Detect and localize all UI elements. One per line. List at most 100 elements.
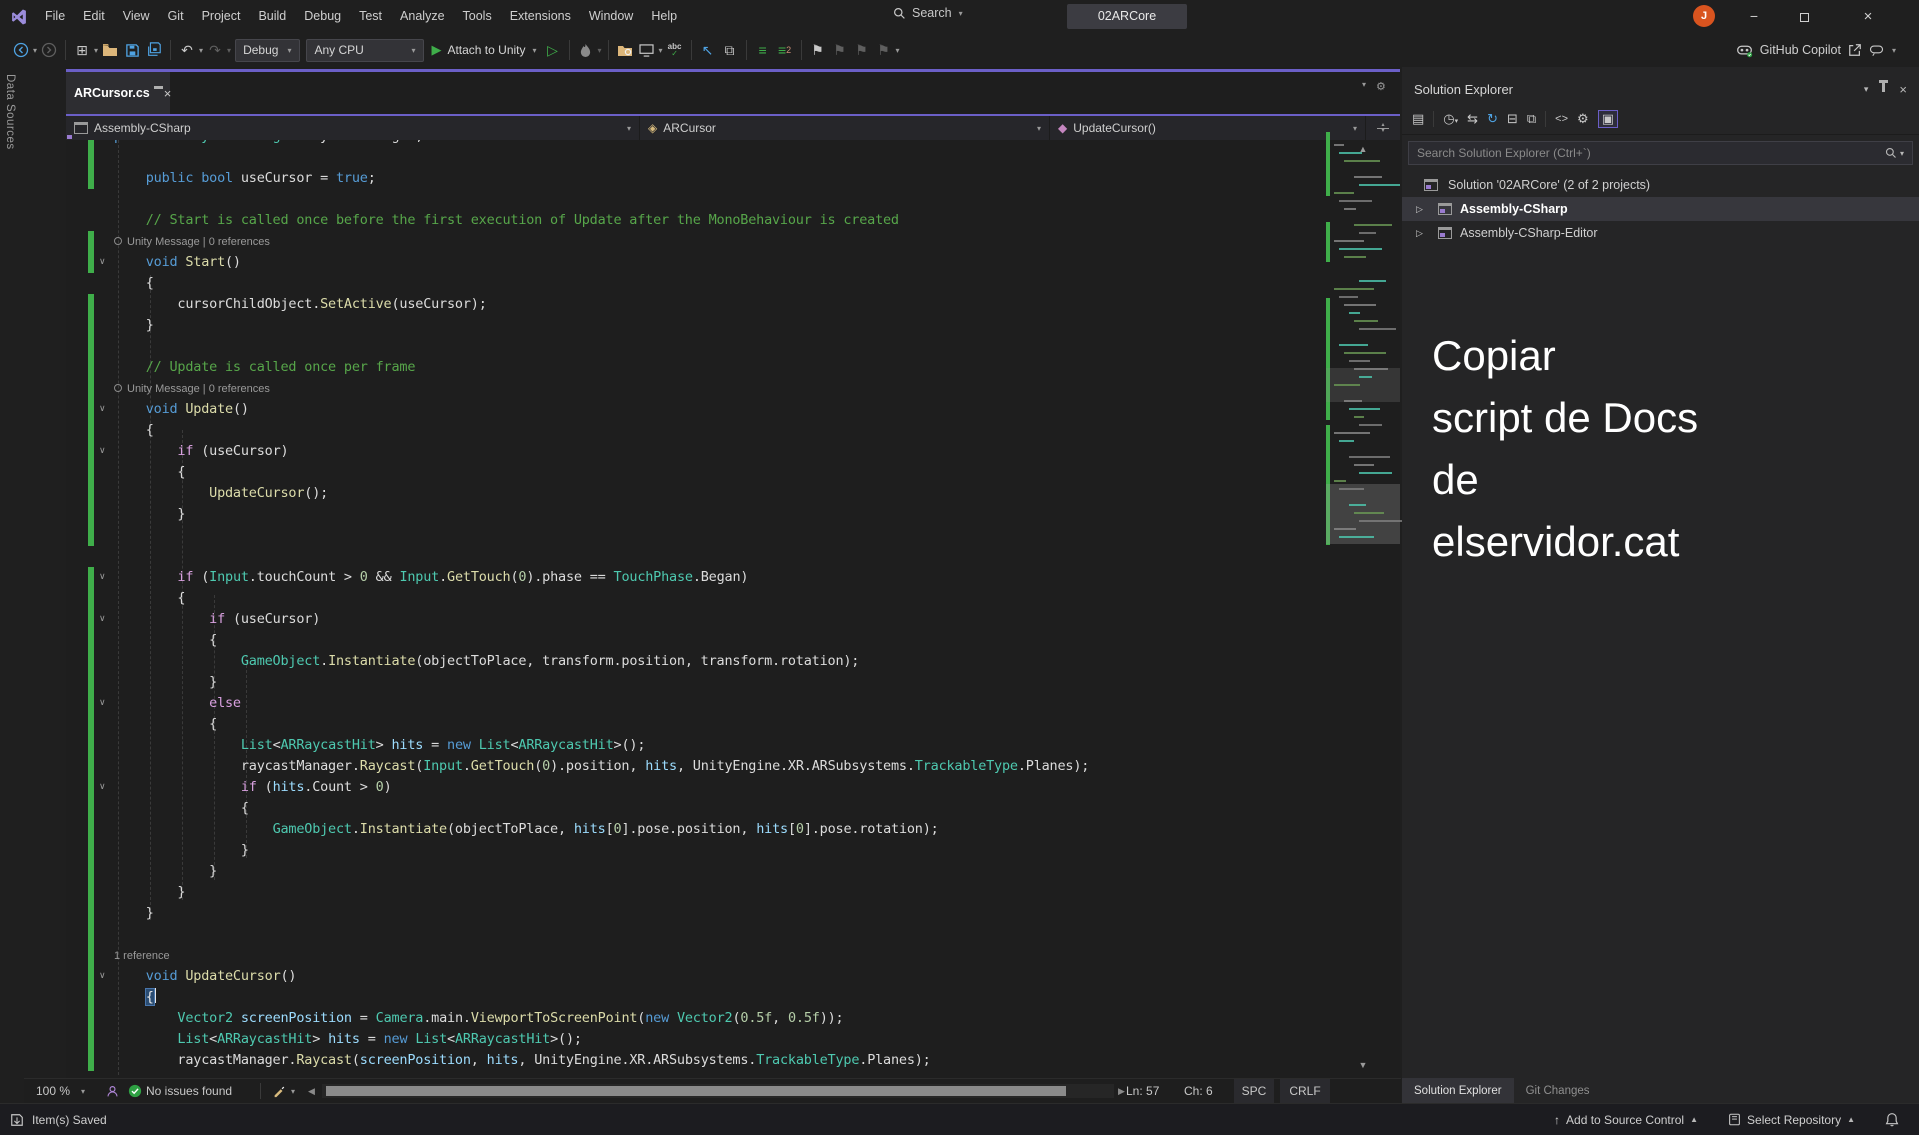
code-line[interactable]: { (66, 273, 1326, 294)
solution-platforms-select[interactable]: Any CPU▾ (306, 39, 424, 62)
pending-changes-filter-icon[interactable]: ◷▾ (1443, 111, 1458, 127)
code-line[interactable]: List<ARRaycastHit> hits = new List<ARRay… (66, 735, 1326, 756)
sync-with-active-document-icon[interactable]: ⇆ (1467, 111, 1478, 127)
notifications-bell-icon[interactable] (1885, 1112, 1899, 1127)
code-line[interactable]: ∨ void Update() (66, 399, 1326, 420)
code-line[interactable]: } (66, 861, 1326, 882)
code-line[interactable]: } (66, 840, 1326, 861)
code-line[interactable]: } (66, 672, 1326, 693)
window-position-icon[interactable]: ▾ (1864, 84, 1869, 95)
collapse-icon[interactable]: ∨ (99, 966, 105, 987)
tree-item-assembly-csharp[interactable]: ▷Assembly-CSharp (1402, 197, 1919, 221)
code-line[interactable]: ∨ void UpdateCursor() (66, 966, 1326, 987)
close-button[interactable]: × (1845, 0, 1891, 33)
menu-item-debug[interactable]: Debug (295, 0, 350, 33)
solution-search-input[interactable]: Search Solution Explorer (Ctrl+`) ▾ (1408, 141, 1913, 165)
code-line[interactable]: // Update is called once per frame (66, 357, 1326, 378)
codelens-line[interactable]: 1 reference (66, 945, 1326, 966)
line-indicator[interactable]: Ln: 57 (1126, 1079, 1159, 1103)
split-window-button[interactable]: ▴▾ (1366, 116, 1400, 140)
select-repository-button[interactable]: Select Repository ▲ (1728, 1113, 1855, 1127)
menu-item-git[interactable]: Git (159, 0, 193, 33)
minimap-viewport[interactable] (1326, 484, 1400, 544)
code-line[interactable]: // Start is called once before the first… (66, 210, 1326, 231)
menu-item-window[interactable]: Window (580, 0, 642, 33)
health-check-icon[interactable] (128, 1079, 142, 1103)
code-line[interactable]: ∨ if (hits.Count > 0) (66, 777, 1326, 798)
user-avatar[interactable]: J (1693, 5, 1715, 27)
tree-item-assembly-csharp-editor[interactable]: ▷Assembly-CSharp-Editor (1402, 221, 1919, 245)
tree-item-solution-02arcore-2-of-2-proje[interactable]: Solution '02ARCore' (2 of 2 projects) (1402, 173, 1919, 197)
horizontal-scrollbar[interactable] (322, 1084, 1114, 1098)
bookmark-window-icon[interactable]: ⚑ (874, 38, 894, 62)
line-ending-indicator[interactable]: CRLF (1280, 1079, 1330, 1103)
project-dropdown[interactable]: Assembly-CSharp▾ (66, 116, 640, 140)
save-icon[interactable] (122, 38, 142, 62)
start-without-debugging-icon[interactable]: ▷ (543, 38, 563, 62)
code-line[interactable]: } (66, 315, 1326, 336)
code-line[interactable]: Vector2 screenPosition = Camera.main.Vie… (66, 1008, 1326, 1029)
collapse-icon[interactable]: ∨ (99, 693, 105, 714)
menu-item-help[interactable]: Help (642, 0, 686, 33)
previous-bookmark-icon[interactable]: ⚑ (830, 38, 850, 62)
code-line[interactable]: raycastManager.Raycast(screenPosition, h… (66, 1050, 1326, 1071)
redo-icon[interactable]: ↷ (205, 38, 225, 62)
switch-views-icon[interactable]: ▤ (1412, 111, 1424, 127)
scroll-up-icon[interactable]: ▲ (1326, 144, 1400, 154)
next-bookmark-icon[interactable]: ⚑ (852, 38, 872, 62)
indent-guides-icon[interactable]: ≡ (753, 38, 773, 62)
minimize-button[interactable]: − (1731, 0, 1777, 33)
toolbar-overflow-icon[interactable]: ▾ (896, 46, 900, 55)
open-folder-icon[interactable] (100, 38, 120, 62)
live-preview-icon[interactable] (637, 38, 657, 62)
code-line[interactable]: public ARRaycastManager raycastManager; (66, 140, 1326, 147)
undo-icon[interactable]: ↶ (177, 38, 197, 62)
toggle-bookmark-icon[interactable]: ⚑ (808, 38, 828, 62)
code-line[interactable] (66, 189, 1326, 210)
menu-item-tools[interactable]: Tools (454, 0, 501, 33)
code-line[interactable]: ∨ if (useCursor) (66, 609, 1326, 630)
show-all-files-icon[interactable]: ⧉ (1527, 111, 1536, 127)
close-tab-icon[interactable]: × (164, 86, 172, 101)
solution-configurations-select[interactable]: Debug▾ (235, 39, 300, 62)
github-copilot-button[interactable]: GitHub Copilot ▾ (1736, 33, 1897, 67)
save-all-icon[interactable] (144, 38, 164, 62)
code-editor[interactable]: public ARRaycastManager raycastManager; … (66, 140, 1326, 1078)
browser-link-icon[interactable] (615, 38, 635, 62)
indentation-indicator[interactable]: SPC (1234, 1079, 1274, 1103)
code-line[interactable] (66, 546, 1326, 567)
copilot-share-icon[interactable] (1848, 43, 1862, 57)
code-line[interactable] (66, 525, 1326, 546)
bottom-tab-solution-explorer[interactable]: Solution Explorer (1402, 1078, 1514, 1103)
collapse-icon[interactable]: ∨ (99, 252, 105, 273)
collapse-all-icon[interactable]: ⊟ (1507, 111, 1518, 127)
bottom-tab-git-changes[interactable]: Git Changes (1514, 1078, 1602, 1103)
chevron-down-icon[interactable]: ▾ (33, 46, 37, 55)
pin-icon[interactable] (1882, 83, 1885, 95)
code-line[interactable]: GameObject.Instantiate(objectToPlace, hi… (66, 819, 1326, 840)
editor-options-gear-icon[interactable]: ⚙ (1376, 80, 1386, 93)
code-line[interactable]: { (66, 987, 1326, 1008)
menu-item-analyze[interactable]: Analyze (391, 0, 453, 33)
copilot-chat-icon[interactable] (1869, 44, 1884, 57)
collapse-icon[interactable]: ∨ (99, 441, 105, 462)
menu-item-view[interactable]: View (114, 0, 159, 33)
code-line[interactable]: { (66, 588, 1326, 609)
code-line[interactable]: List<ARRaycastHit> hits = new List<ARRay… (66, 1029, 1326, 1050)
menu-item-edit[interactable]: Edit (74, 0, 114, 33)
code-line[interactable]: { (66, 462, 1326, 483)
code-line[interactable] (66, 924, 1326, 945)
code-line[interactable]: UpdateCursor(); (66, 483, 1326, 504)
code-line[interactable]: cursorChildObject.SetActive(useCursor); (66, 294, 1326, 315)
navigate-forward-icon[interactable] (39, 38, 59, 62)
tab-list-dropdown-icon[interactable]: ▾ (1362, 80, 1366, 93)
select-pointer-icon[interactable]: ↖ (698, 38, 718, 62)
preview-selected-items-icon[interactable]: ▣ (1598, 110, 1618, 128)
menu-item-extensions[interactable]: Extensions (501, 0, 580, 33)
code-line[interactable]: GameObject.Instantiate(objectToPlace, tr… (66, 651, 1326, 672)
scroll-down-icon[interactable]: ▼ (1326, 1060, 1400, 1070)
code-line[interactable]: { (66, 714, 1326, 735)
expander-icon[interactable]: ▷ (1416, 228, 1423, 239)
code-line[interactable]: ∨ if (useCursor) (66, 441, 1326, 462)
add-to-source-control-button[interactable]: ↑ Add to Source Control ▲ (1554, 1113, 1698, 1127)
